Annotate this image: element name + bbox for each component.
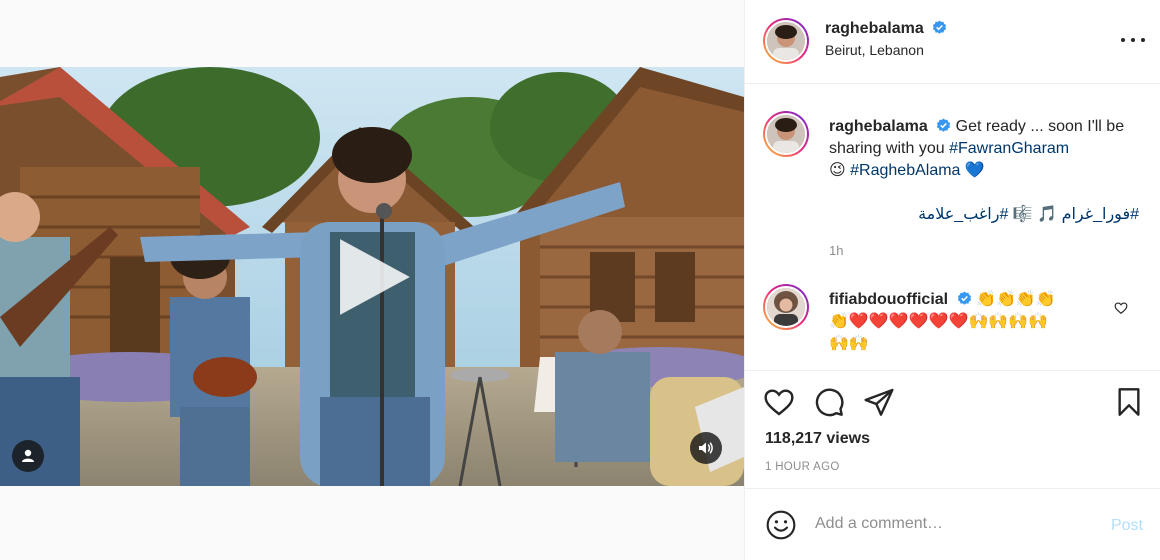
verified-badge-icon	[933, 20, 947, 34]
hashtag-link[interactable]: #RaghebAlama	[850, 162, 960, 179]
author-avatar[interactable]	[763, 18, 809, 64]
play-button[interactable]	[332, 235, 416, 319]
bookmark-icon[interactable]	[1113, 386, 1145, 418]
verified-badge-icon	[957, 291, 971, 305]
verified-badge-icon	[937, 118, 951, 132]
music-note-emoji: 🎵	[1037, 206, 1058, 223]
heart-icon[interactable]	[763, 386, 795, 418]
tagged-users-button[interactable]	[12, 440, 44, 472]
user-tag-icon	[22, 449, 34, 462]
commenter-avatar[interactable]	[763, 284, 809, 330]
commenter-username[interactable]: fifiabdouofficial	[829, 291, 948, 308]
caption-username[interactable]: raghebalama	[829, 118, 928, 135]
post-actions	[745, 380, 1160, 424]
post-panel: raghebalama Beirut, Lebanon raghebalama …	[744, 0, 1160, 560]
post-video[interactable]	[0, 67, 744, 486]
post-location[interactable]: Beirut, Lebanon	[825, 42, 947, 58]
view-count[interactable]: 118,217 views	[765, 430, 870, 448]
smiley-icon[interactable]	[765, 509, 797, 541]
comment-like-heart-icon[interactable]	[1114, 301, 1128, 315]
music-score-emoji: 🎼	[1012, 206, 1033, 223]
heart-emojis: 👏❤️❤️❤️❤️❤️❤️🙌🙌🙌🙌	[829, 313, 1049, 330]
hashtag-link[interactable]: #FawranGharam	[949, 140, 1069, 157]
caption-text: raghebalama Get ready ... soon I'll be s…	[829, 116, 1139, 262]
play-icon	[339, 238, 411, 316]
raised-hands-emojis: 🙌🙌	[829, 335, 869, 352]
post-comment-button[interactable]: Post	[1111, 517, 1143, 535]
more-options-button[interactable]	[1121, 30, 1145, 50]
caption-avatar[interactable]	[763, 111, 809, 157]
hashtag-link[interactable]: #فورا_غرام	[1062, 206, 1139, 223]
ellipsis-icon	[1121, 38, 1125, 42]
author-username[interactable]: raghebalama	[825, 20, 924, 37]
speaker-icon	[699, 442, 713, 454]
comment-input[interactable]	[815, 511, 1095, 537]
clap-emojis: 👏👏👏👏	[976, 291, 1056, 308]
blue-heart-emoji: 💙	[964, 162, 985, 179]
caption-time[interactable]: 1h	[829, 240, 1139, 262]
add-comment-bar: Post	[745, 488, 1160, 560]
mute-button[interactable]	[690, 432, 722, 464]
post-header: raghebalama Beirut, Lebanon	[745, 0, 1160, 84]
author-avatar-image	[765, 20, 807, 62]
post-timestamp[interactable]: 1 HOUR AGO	[765, 461, 840, 473]
arabic-hashtags: #فورا_غرام 🎵 🎼 #راغب_علامة	[829, 204, 1139, 226]
paper-plane-icon[interactable]	[863, 386, 895, 418]
comments-section: raghebalama Get ready ... soon I'll be s…	[745, 85, 1160, 371]
media-area	[0, 0, 744, 560]
hashtag-link[interactable]: #راغب_علامة	[918, 206, 1008, 223]
wink-emoji: 😉	[829, 162, 846, 179]
comment-bubble-icon[interactable]	[813, 386, 845, 418]
comment-text: fifiabdouofficial 👏👏👏👏 👏❤️❤️❤️❤️❤️❤️🙌🙌🙌🙌…	[829, 289, 1099, 355]
author-info: raghebalama Beirut, Lebanon	[825, 20, 947, 58]
